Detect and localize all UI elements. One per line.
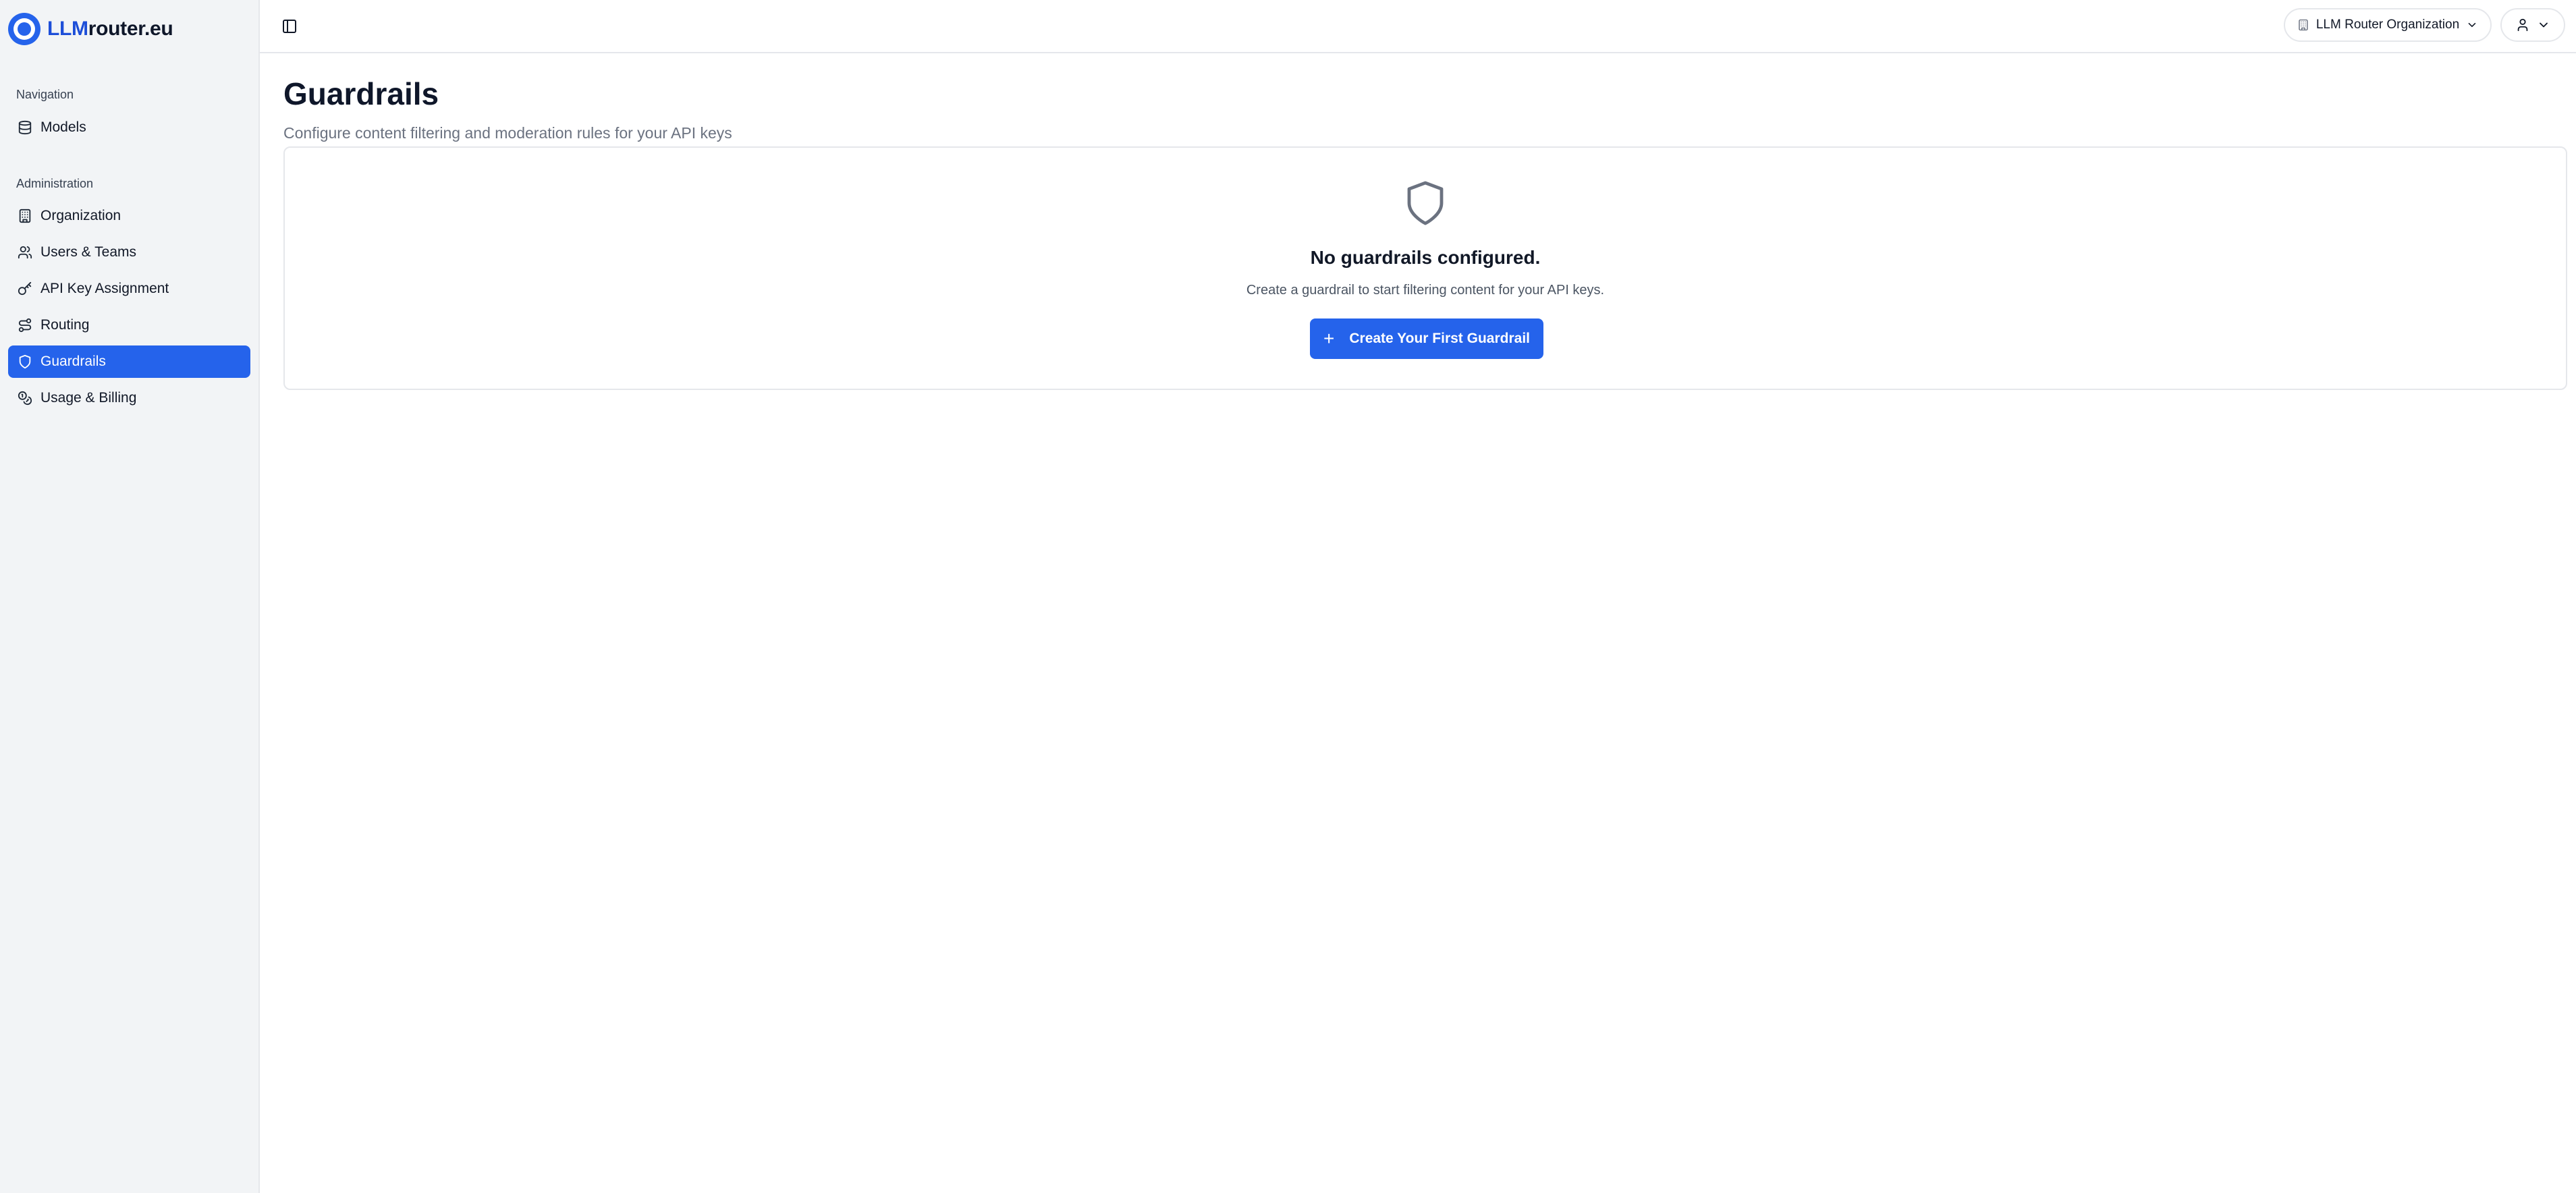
- sidebar-item-organization[interactable]: Organization: [8, 200, 250, 232]
- sidebar-item-label: Usage & Billing: [40, 390, 137, 406]
- empty-state-card: No guardrails configured. Create a guard…: [283, 146, 2567, 390]
- sidebar-item-api-key-assignment[interactable]: API Key Assignment: [8, 273, 250, 305]
- sidebar-toggle-button[interactable]: [278, 15, 301, 38]
- sidebar: LLMrouter.eu Navigation Models Administr…: [0, 0, 260, 1193]
- building-icon: [19, 209, 31, 223]
- create-first-guardrail-button[interactable]: + Create Your First Guardrail: [1310, 318, 1543, 359]
- sidebar-item-models[interactable]: Models: [8, 111, 250, 144]
- shield-icon: [19, 354, 31, 369]
- organization-select[interactable]: LLM Router Organization: [2284, 8, 2492, 42]
- database-icon: [18, 120, 32, 135]
- shield-icon: [1407, 181, 1444, 225]
- sidebar-section-administration: Administration: [16, 177, 94, 190]
- sidebar-toggle-icon: [283, 20, 296, 33]
- create-first-guardrail-label: Create Your First Guardrail: [1349, 331, 1530, 346]
- brand-logo[interactable]: LLMrouter.eu: [8, 12, 173, 46]
- topbar: LLM Router Organization: [260, 0, 2576, 53]
- empty-state-description: Create a guardrail to start filtering co…: [1246, 283, 1605, 298]
- user-menu-button[interactable]: [2500, 8, 2565, 42]
- brand-name: LLMrouter.eu: [47, 18, 173, 40]
- logo-icon: [8, 13, 40, 45]
- page-title: Guardrails: [283, 76, 439, 111]
- chevron-down-icon: [2540, 22, 2548, 28]
- sidebar-item-routing[interactable]: Routing: [8, 309, 250, 341]
- empty-state-title: No guardrails configured.: [1310, 247, 1541, 268]
- sidebar-section-navigation: Navigation: [16, 88, 74, 101]
- sidebar-item-label: Users & Teams: [40, 244, 136, 260]
- key-icon: [18, 281, 32, 296]
- sidebar-item-label: API Key Assignment: [40, 281, 169, 296]
- users-icon: [18, 246, 32, 259]
- sidebar-item-guardrails[interactable]: Guardrails: [8, 345, 250, 378]
- sidebar-item-label: Models: [40, 119, 86, 135]
- route-icon: [18, 318, 32, 333]
- sidebar-item-usage-billing[interactable]: Usage & Billing: [8, 382, 250, 414]
- page-subtitle: Configure content filtering and moderati…: [283, 124, 732, 142]
- coins-icon: [18, 391, 32, 406]
- building-icon: [2299, 19, 2308, 31]
- user-icon: [2517, 18, 2528, 32]
- sidebar-item-label: Guardrails: [40, 354, 106, 369]
- organization-select-value: LLM Router Organization: [2315, 18, 2460, 32]
- sidebar-item-users-teams[interactable]: Users & Teams: [8, 236, 250, 269]
- app-root: LLMrouter.eu Navigation Models Administr…: [0, 0, 2576, 1193]
- sidebar-item-label: Organization: [40, 208, 121, 223]
- sidebar-item-label: Routing: [40, 317, 90, 333]
- plus-icon: +: [1323, 328, 1335, 349]
- chevron-down-icon: [2468, 22, 2476, 28]
